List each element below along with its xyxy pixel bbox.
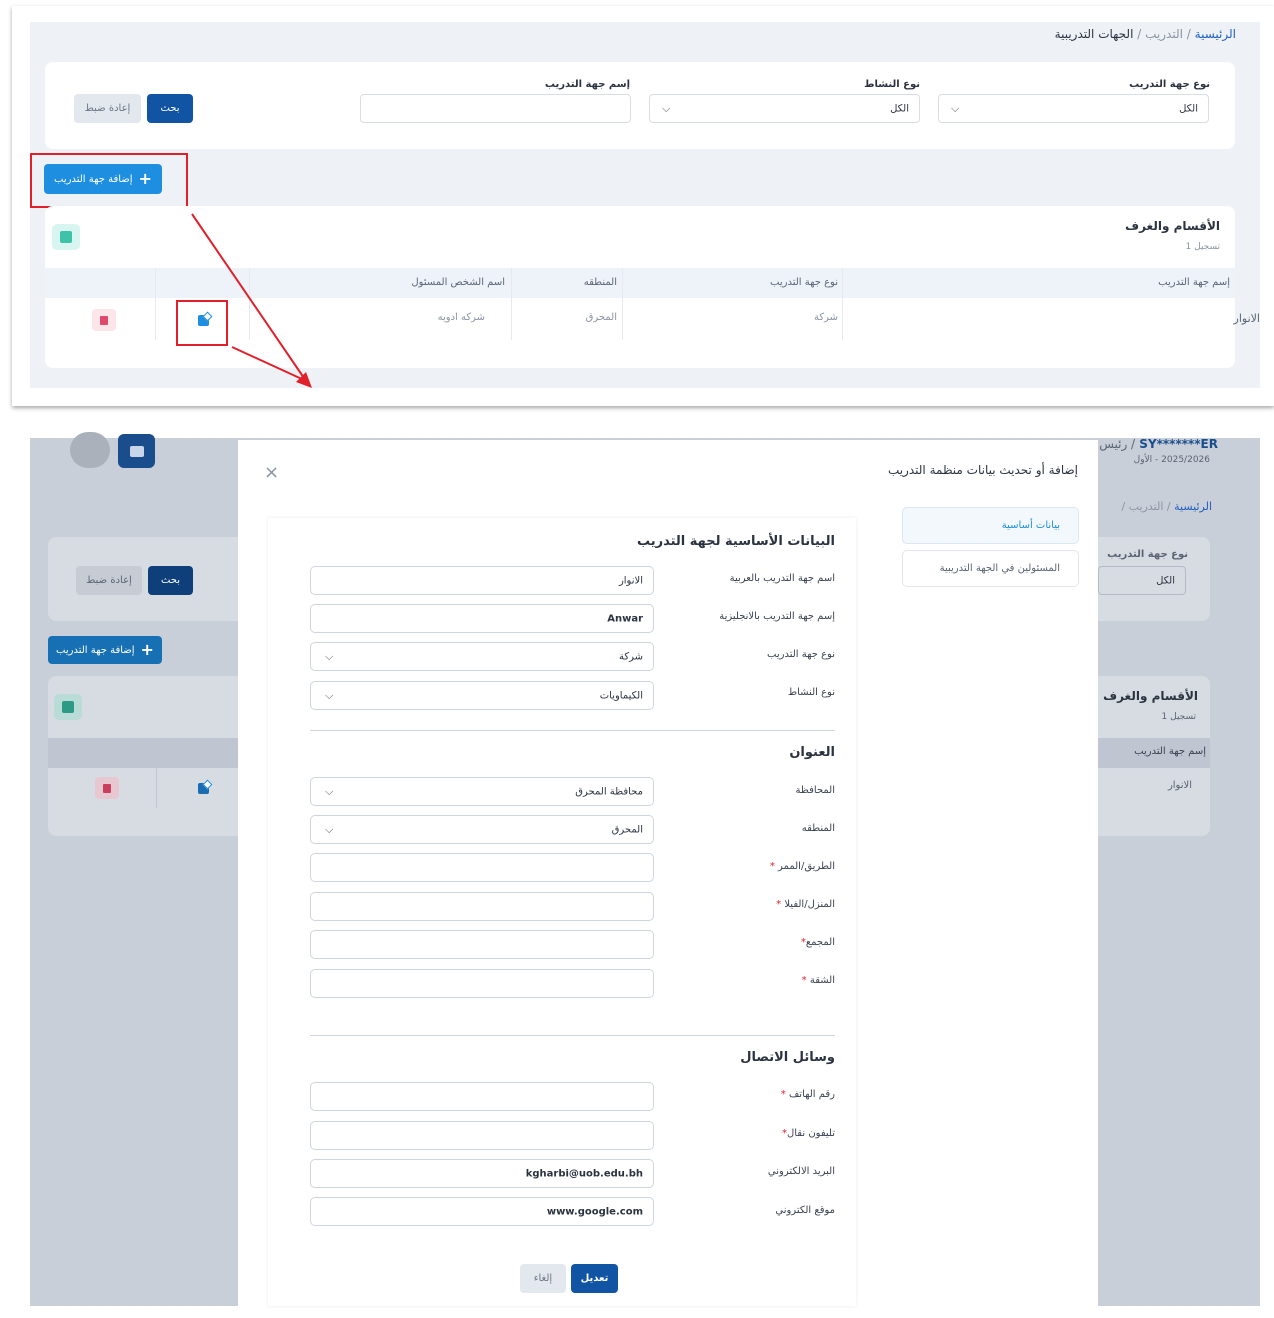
close-icon[interactable]: × — [264, 462, 284, 483]
section-title: الأقسام والغرف — [1125, 219, 1220, 233]
governorate-select[interactable]: محافظة المحرق ⌵ — [310, 777, 654, 806]
reset-button[interactable]: إعادة ضبط — [74, 94, 141, 123]
breadcrumb-current: الجهات التدريبية — [1054, 27, 1134, 41]
website-input[interactable]: www.google.com — [310, 1197, 654, 1226]
bg-reset-button[interactable]: إعادة ضبط — [76, 566, 142, 595]
divider — [310, 730, 835, 731]
update-button[interactable]: تعديل — [571, 1264, 618, 1293]
cell-contact: شركه ادويه — [437, 312, 485, 323]
contact-section-title: وسائل الاتصال — [740, 1050, 835, 1065]
house-input[interactable] — [310, 892, 654, 921]
divider — [310, 1035, 835, 1036]
modal-title: إضافة أو تحديث بيانات منظمة التدريب — [887, 463, 1078, 477]
activity-type-label: نوع النشاط — [864, 79, 920, 90]
chat-icon[interactable] — [118, 434, 155, 468]
activity-type-select[interactable]: الكل ⌵ — [649, 94, 920, 123]
chevron-down-icon: ⌵ — [325, 688, 334, 702]
add-button-label: إضافة جهة التدريب — [54, 173, 133, 185]
training-type-label: نوع جهة التدريب — [1129, 79, 1210, 90]
cell-name: الانوار — [1233, 312, 1260, 325]
mobile-input[interactable] — [310, 1121, 654, 1150]
breadcrumb-parent[interactable]: التدريب — [1145, 27, 1183, 41]
col-header-contact: اسم الشخص المسئول — [411, 277, 505, 288]
training-name-label: إسم جهة التدريب — [544, 79, 630, 90]
bg-add-button[interactable]: إضافة جهة التدريب + — [48, 636, 162, 664]
term-label: 2025/2026 - الأول — [1133, 455, 1210, 465]
phone-input[interactable] — [310, 1082, 654, 1111]
chevron-down-icon: ⌵ — [662, 101, 671, 115]
training-type-select[interactable]: الكل ⌵ — [938, 94, 1209, 123]
road-input[interactable] — [310, 853, 654, 882]
bg-type-select[interactable]: الكل — [1098, 566, 1186, 595]
chevron-down-icon: ⌵ — [325, 822, 334, 836]
training-name-input[interactable] — [360, 94, 631, 123]
address-section-title: العنوان — [789, 745, 835, 760]
basic-section-title: البيانات الأساسية لجهة التدريب — [636, 534, 835, 549]
edit-icon[interactable] — [192, 778, 214, 798]
chevron-down-icon: ⌵ — [951, 101, 960, 115]
tab-basic-data[interactable]: بيانات أساسية — [902, 507, 1079, 544]
edit-icon[interactable] — [192, 310, 214, 330]
cell-type: شركة — [813, 312, 838, 323]
activity-type-select[interactable]: الكيماويات ⌵ — [310, 681, 654, 710]
excel-export-icon[interactable] — [52, 224, 80, 250]
col-header-type: نوع جهة التدريب — [770, 277, 838, 288]
block-input[interactable] — [310, 930, 654, 959]
plus-icon: + — [140, 640, 154, 659]
delete-icon[interactable] — [95, 777, 119, 799]
email-input[interactable]: kgharbi@uob.edu.bh — [310, 1159, 654, 1188]
search-button[interactable]: بحث — [147, 94, 193, 123]
user-name: SY*******ER / رئيس — [1099, 437, 1218, 451]
chevron-down-icon: ⌵ — [325, 649, 334, 663]
excel-export-icon[interactable] — [54, 694, 82, 720]
training-type-select[interactable]: شركة ⌵ — [310, 642, 654, 671]
cell-region: المحرق — [585, 312, 617, 323]
cancel-button[interactable]: إلغاء — [520, 1264, 566, 1293]
col-header-region: المنطقه — [583, 277, 617, 288]
flat-input[interactable] — [310, 969, 654, 998]
plus-icon: + — [138, 169, 152, 188]
col-header-name: إسم جهة التدريب — [1158, 277, 1230, 288]
avatar[interactable] — [70, 432, 110, 468]
tab-responsible-persons[interactable]: المسئولين في الجهة التدريبية — [902, 550, 1079, 587]
record-count: 1 تسجيل — [1185, 242, 1220, 252]
name-arabic-input[interactable]: الانوار — [310, 566, 654, 595]
delete-icon[interactable] — [92, 309, 116, 331]
breadcrumb: الرئيسية / التدريب / الجهات التدريبية — [1054, 27, 1236, 41]
name-english-input[interactable]: Anwar — [310, 604, 654, 633]
breadcrumb-home[interactable]: الرئيسية — [1195, 27, 1236, 41]
region-select[interactable]: المحرق ⌵ — [310, 815, 654, 844]
chevron-down-icon: ⌵ — [325, 784, 334, 798]
bg-breadcrumb: الرئيسية / التدريب / — [1121, 500, 1212, 513]
add-training-button[interactable]: إضافة جهة التدريب + — [44, 164, 162, 194]
bg-search-button[interactable]: بحث — [148, 566, 193, 595]
